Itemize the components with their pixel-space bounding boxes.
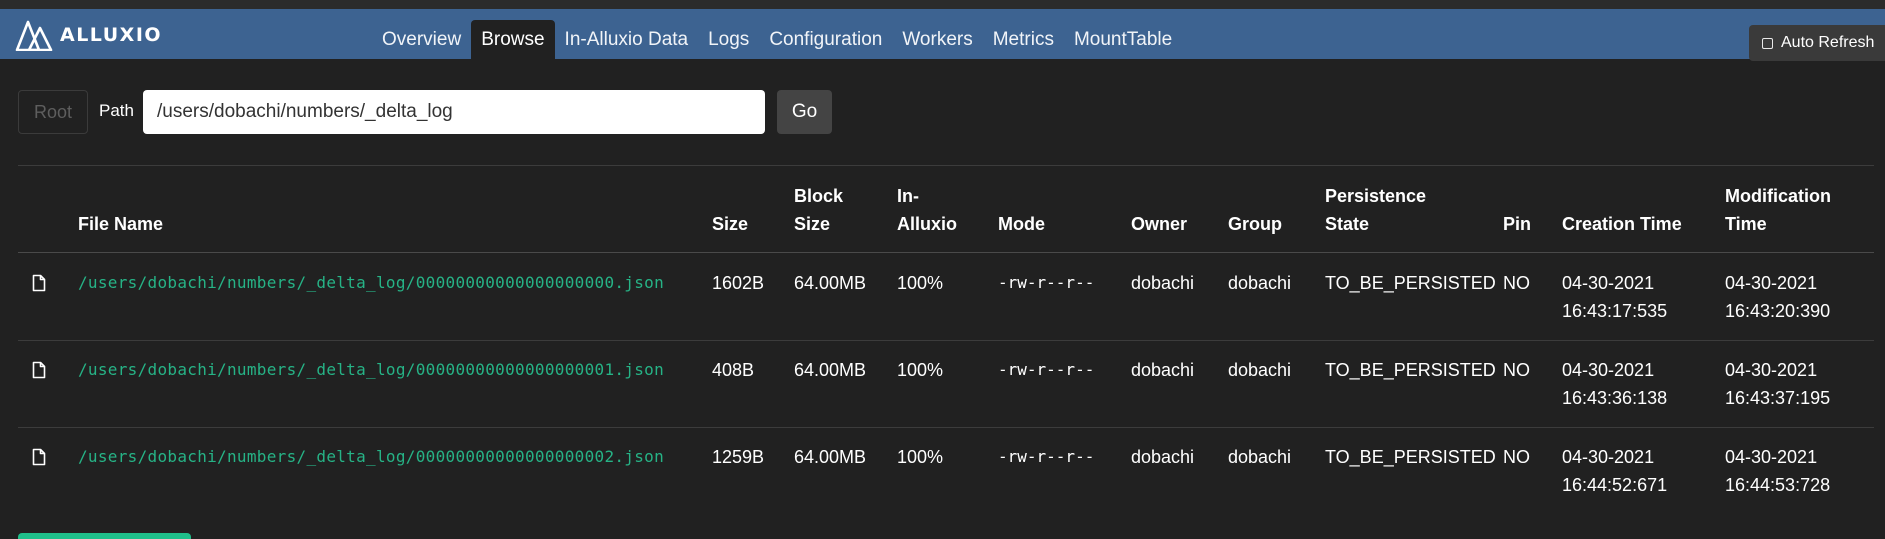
cell-modification-date: 04-30-2021 bbox=[1725, 447, 1818, 467]
header-persistence-line2: State bbox=[1325, 214, 1370, 234]
row-divider bbox=[18, 340, 1874, 341]
cell-persistence-state: TO_BE_PERSISTED bbox=[1325, 360, 1496, 380]
nav-in-alluxio-data[interactable]: In-Alluxio Data bbox=[555, 20, 699, 59]
header-modification-line1: Modification bbox=[1725, 186, 1831, 206]
cell-mode: -rw-r--r-- bbox=[998, 273, 1095, 292]
cell-modification-clock: 16:44:53:728 bbox=[1725, 475, 1831, 495]
cell-creation-date: 04-30-2021 bbox=[1562, 360, 1655, 380]
cell-owner: dobachi bbox=[1131, 273, 1195, 293]
cell-creation-time: 04-30-2021 16:44:52:671 bbox=[1562, 443, 1667, 499]
nav-mounttable[interactable]: MountTable bbox=[1064, 20, 1182, 59]
header-persistence-line1: Persistence bbox=[1325, 186, 1427, 206]
header-persistence-state[interactable]: Persistence State bbox=[1325, 182, 1426, 238]
cell-creation-clock: 16:44:52:671 bbox=[1562, 475, 1668, 495]
auto-refresh-label: Auto Refresh bbox=[1781, 34, 1875, 51]
cell-modification-clock: 16:43:37:195 bbox=[1725, 388, 1831, 408]
alluxio-logo-icon bbox=[15, 20, 53, 51]
pagination-button-partial[interactable] bbox=[18, 533, 191, 539]
nav-configuration[interactable]: Configuration bbox=[759, 20, 892, 59]
cell-creation-date: 04-30-2021 bbox=[1562, 447, 1655, 467]
cell-creation-clock: 16:43:17:535 bbox=[1562, 301, 1668, 321]
path-input[interactable] bbox=[143, 90, 765, 134]
header-block-size-line2: Size bbox=[794, 214, 831, 234]
header-group[interactable]: Group bbox=[1228, 210, 1282, 238]
brand-logo[interactable]: ALLUXIO bbox=[14, 19, 162, 51]
cell-group: dobachi bbox=[1228, 273, 1292, 293]
cell-block-size: 64.00MB bbox=[794, 447, 867, 467]
cell-creation-time: 04-30-2021 16:43:36:138 bbox=[1562, 356, 1667, 412]
cell-persistence-state: TO_BE_PERSISTED bbox=[1325, 447, 1496, 467]
cell-modification-time: 04-30-2021 16:43:37:195 bbox=[1725, 356, 1830, 412]
header-block-size[interactable]: Block Size bbox=[794, 182, 843, 238]
file-icon bbox=[32, 361, 46, 379]
cell-modification-date: 04-30-2021 bbox=[1725, 360, 1818, 380]
cell-owner: dobachi bbox=[1131, 447, 1195, 467]
cell-modification-time: 04-30-2021 16:44:53:728 bbox=[1725, 443, 1830, 499]
cell-modification-clock: 16:43:20:390 bbox=[1725, 301, 1831, 321]
cell-in-alluxio: 100% bbox=[897, 360, 944, 380]
cell-mode: -rw-r--r-- bbox=[998, 447, 1095, 466]
root-button[interactable]: Root bbox=[18, 90, 88, 134]
row-divider bbox=[18, 427, 1874, 428]
file-icon bbox=[32, 448, 46, 466]
cell-creation-clock: 16:43:36:138 bbox=[1562, 388, 1668, 408]
path-label: Path bbox=[99, 101, 134, 120]
cell-in-alluxio: 100% bbox=[897, 447, 944, 467]
nav-logs[interactable]: Logs bbox=[698, 20, 759, 59]
cell-pin: NO bbox=[1503, 273, 1530, 293]
file-name-link[interactable]: /users/dobachi/numbers/_delta_log/000000… bbox=[78, 443, 664, 471]
file-icon bbox=[32, 274, 46, 292]
window-top-strip bbox=[0, 0, 1885, 9]
nav-metrics[interactable]: Metrics bbox=[983, 20, 1064, 59]
header-mode[interactable]: Mode bbox=[998, 210, 1045, 238]
main-nav: Overview Browse In-Alluxio Data Logs Con… bbox=[372, 20, 1182, 59]
header-in-alluxio-line1: In- bbox=[897, 186, 919, 206]
cell-owner: dobachi bbox=[1131, 360, 1195, 380]
cell-group: dobachi bbox=[1228, 447, 1292, 467]
nav-workers[interactable]: Workers bbox=[892, 20, 982, 59]
cell-modification-time: 04-30-2021 16:43:20:390 bbox=[1725, 269, 1830, 325]
file-name-link[interactable]: /users/dobachi/numbers/_delta_log/000000… bbox=[78, 356, 664, 384]
header-size[interactable]: Size bbox=[712, 210, 748, 238]
header-creation-time[interactable]: Creation Time bbox=[1562, 210, 1682, 238]
header-modification-line2: Time bbox=[1725, 214, 1767, 234]
file-name-link[interactable]: /users/dobachi/numbers/_delta_log/000000… bbox=[78, 269, 664, 297]
brand-name: ALLUXIO bbox=[60, 24, 163, 46]
cell-modification-date: 04-30-2021 bbox=[1725, 273, 1818, 293]
header-in-alluxio[interactable]: In- Alluxio bbox=[897, 182, 957, 238]
header-block-size-line1: Block bbox=[794, 186, 844, 206]
cell-size: 1602B bbox=[712, 273, 765, 293]
cell-persistence-state: TO_BE_PERSISTED bbox=[1325, 273, 1496, 293]
cell-in-alluxio: 100% bbox=[897, 273, 944, 293]
cell-block-size: 64.00MB bbox=[794, 273, 867, 293]
header-owner[interactable]: Owner bbox=[1131, 210, 1187, 238]
cell-pin: NO bbox=[1503, 360, 1530, 380]
table-top-rule bbox=[18, 165, 1874, 166]
go-button[interactable]: Go bbox=[777, 90, 832, 134]
cell-mode: -rw-r--r-- bbox=[998, 360, 1095, 379]
header-modification-time[interactable]: Modification Time bbox=[1725, 182, 1831, 238]
cell-creation-date: 04-30-2021 bbox=[1562, 273, 1655, 293]
table-header-rule bbox=[18, 252, 1874, 253]
cell-pin: NO bbox=[1503, 447, 1530, 467]
header-pin[interactable]: Pin bbox=[1503, 210, 1531, 238]
cell-block-size: 64.00MB bbox=[794, 360, 867, 380]
nav-overview[interactable]: Overview bbox=[372, 20, 471, 59]
auto-refresh-checkbox[interactable] bbox=[1762, 37, 1773, 49]
auto-refresh-toggle[interactable]: Auto Refresh bbox=[1749, 25, 1885, 61]
header-file-name[interactable]: File Name bbox=[78, 210, 163, 238]
cell-size: 408B bbox=[712, 360, 755, 380]
navbar: ALLUXIO Overview Browse In-Alluxio Data … bbox=[0, 9, 1885, 61]
cell-size: 1259B bbox=[712, 447, 765, 467]
cell-creation-time: 04-30-2021 16:43:17:535 bbox=[1562, 269, 1667, 325]
header-in-alluxio-line2: Alluxio bbox=[897, 214, 958, 234]
nav-browse[interactable]: Browse bbox=[471, 20, 555, 59]
cell-group: dobachi bbox=[1228, 360, 1292, 380]
